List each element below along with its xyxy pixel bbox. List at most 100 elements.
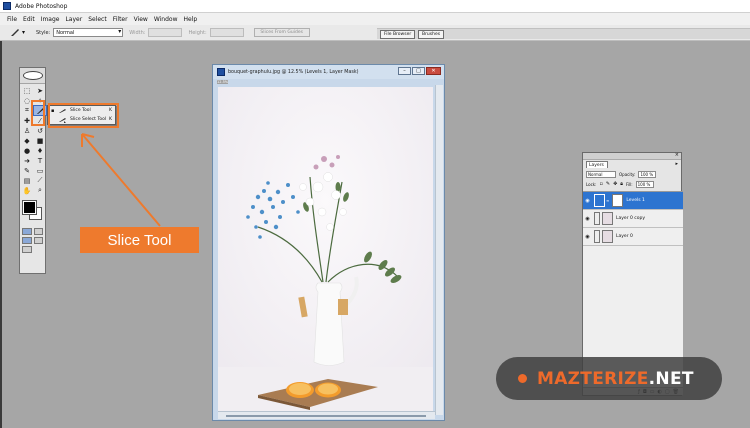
edit-mode-row [20, 227, 45, 236]
layer-name: Layer 0 copy [616, 216, 646, 221]
fill-field[interactable]: 100 % [635, 180, 654, 188]
menu-view[interactable]: View [134, 16, 148, 23]
menu-filter[interactable]: Filter [113, 16, 128, 23]
hand-tool-icon[interactable]: ✋ [21, 186, 33, 195]
layer-thumbnail [602, 230, 613, 243]
menu-edit[interactable]: Edit [23, 16, 35, 23]
vertical-scrollbar[interactable] [435, 85, 443, 415]
palette-well: File Browser Brushes [377, 28, 750, 39]
layers-blend-row: Normal Opacity: 100 % [586, 170, 680, 178]
lock-transparency-icon[interactable]: ▫ [599, 181, 602, 187]
tool-preset-picker[interactable]: ▾ [10, 28, 30, 38]
fill-label: Fill: [625, 181, 633, 187]
marquee-tool-icon[interactable]: ⬚ [21, 86, 33, 95]
menu-bar: File Edit Image Layer Select Filter View… [0, 13, 750, 25]
menu-file[interactable]: File [7, 16, 17, 23]
scroll-thumb[interactable] [226, 415, 426, 417]
pen-tool-icon[interactable]: ✎ [21, 166, 33, 175]
photoshop-app-icon [3, 2, 11, 10]
watermark-brand: MAZTERIZE [537, 368, 649, 389]
type-tool-icon[interactable]: T [34, 156, 46, 165]
height-label: Height: [188, 29, 207, 36]
zoom-indicator: 12.5% [217, 80, 229, 84]
toolbox-header[interactable] [20, 68, 45, 84]
lock-label: Lock: [586, 181, 597, 187]
document-canvas[interactable] [218, 87, 433, 411]
eye-icon[interactable]: ◉ [583, 198, 592, 204]
color-swatches [20, 199, 45, 227]
watermark-suffix: .NET [648, 368, 694, 389]
tab-layers[interactable]: Layers [586, 161, 608, 168]
menu-layer[interactable]: Layer [65, 16, 82, 23]
menu-help[interactable]: Help [184, 16, 198, 23]
minimize-button[interactable]: – [398, 67, 411, 75]
horizontal-scrollbar[interactable] [218, 411, 435, 419]
lock-pixels-icon[interactable]: ✎ [606, 181, 610, 187]
history-brush-tool-icon[interactable]: ↺ [34, 126, 46, 135]
window-controls: – □ ✕ [398, 67, 441, 75]
lock-all-icon[interactable]: 🔒︎ [620, 181, 623, 187]
layer-row-layer-0-copy[interactable]: ◉ Layer 0 copy [583, 210, 683, 228]
app-title: Adobe Photoshop [15, 2, 68, 10]
layer-mask-thumbnail[interactable] [612, 194, 624, 207]
eye-icon[interactable]: ◉ [583, 216, 592, 222]
document-window: bouquet-graphulu.jpg @ 12.5% (Levels 1, … [212, 64, 445, 421]
adjustment-layer-thumbnail [594, 194, 605, 207]
maximize-button[interactable]: □ [412, 67, 425, 75]
layer-row-layer-0[interactable]: ◉ Layer 0 [583, 228, 683, 246]
move-tool-icon[interactable]: ➤ [34, 86, 46, 95]
layer-link-slot[interactable] [594, 212, 600, 225]
notes-tool-icon[interactable]: ▤ [21, 176, 33, 185]
quick-mask-mode-button[interactable] [33, 228, 43, 235]
flyout-highlight [48, 103, 119, 128]
standard-mode-button[interactable] [22, 228, 32, 235]
slice-tool-callout: Slice Tool [80, 227, 199, 253]
chain-link-icon[interactable]: ∞ [606, 198, 609, 203]
layer-link-slot[interactable] [594, 230, 600, 243]
shape-tool-icon[interactable]: ▭ [34, 166, 46, 175]
mazterize-watermark: MAZTERIZE.NET [496, 357, 722, 400]
tab-file-browser[interactable]: File Browser [380, 30, 416, 39]
opacity-label: Opacity: [619, 171, 636, 177]
dodge-tool-icon[interactable]: ♦ [34, 146, 46, 155]
zoom-tool-icon[interactable]: ⌕ [34, 186, 46, 195]
watermark-text: MAZTERIZE.NET [537, 369, 694, 389]
eraser-tool-icon[interactable]: ◆ [21, 136, 33, 145]
slice-tool-highlight [31, 100, 45, 126]
lock-position-icon[interactable]: ✥ [613, 181, 617, 187]
eyedropper-tool-icon[interactable]: ⟋ [34, 176, 46, 185]
slices-from-guides-button[interactable]: Slices From Guides [253, 28, 310, 37]
watermark-dot-icon [518, 374, 527, 383]
layers-lock-row: Lock: ▫ ✎ ✥ 🔒︎ Fill: 100 % [586, 180, 680, 188]
screen-mode-row [20, 236, 45, 245]
layer-name: Layer 0 [616, 234, 633, 239]
menu-select[interactable]: Select [88, 16, 107, 23]
gradient-tool-icon[interactable]: ■ [34, 136, 46, 145]
style-select[interactable]: Normal [53, 28, 124, 37]
close-button[interactable]: ✕ [426, 67, 441, 75]
opacity-field[interactable]: 100 % [638, 170, 657, 178]
layer-row-levels-1[interactable]: ◉ ∞ Levels 1 [583, 192, 683, 210]
slice-knife-icon [11, 29, 19, 36]
menu-image[interactable]: Image [41, 16, 60, 23]
layers-palette-titlebar[interactable]: × [583, 152, 681, 160]
eye-icon[interactable]: ◉ [583, 234, 592, 240]
menu-window[interactable]: Window [154, 16, 178, 23]
clone-stamp-tool-icon[interactable]: ♙ [21, 126, 33, 135]
tab-brushes[interactable]: Brushes [418, 30, 445, 39]
chevron-down-icon: ▾ [22, 29, 26, 36]
blur-tool-icon[interactable]: ● [21, 146, 33, 155]
standard-screen-button[interactable] [22, 237, 32, 244]
path-selection-tool-icon[interactable]: ➜ [21, 156, 33, 165]
jump-to-imageready-button[interactable] [22, 246, 32, 253]
blend-mode-select[interactable]: Normal [586, 170, 616, 178]
foreground-color-swatch[interactable] [22, 200, 37, 215]
close-icon[interactable]: × [675, 152, 679, 158]
adobe-online-icon[interactable] [23, 71, 43, 80]
palette-menu-icon[interactable]: ▸ [675, 161, 678, 167]
full-screen-menu-button[interactable] [33, 237, 43, 244]
height-field[interactable] [209, 28, 244, 37]
toolbox: ⬚ ➤ ◌ ✧ ⌗ ✚ ⁄ ♙ ↺ ◆ ■ ● ♦ ➜ T ✎ ▭ ▤ ⟋ ✋ … [19, 67, 47, 274]
document-title: bouquet-graphulu.jpg @ 12.5% (Levels 1, … [228, 69, 359, 75]
width-field[interactable] [148, 28, 183, 37]
